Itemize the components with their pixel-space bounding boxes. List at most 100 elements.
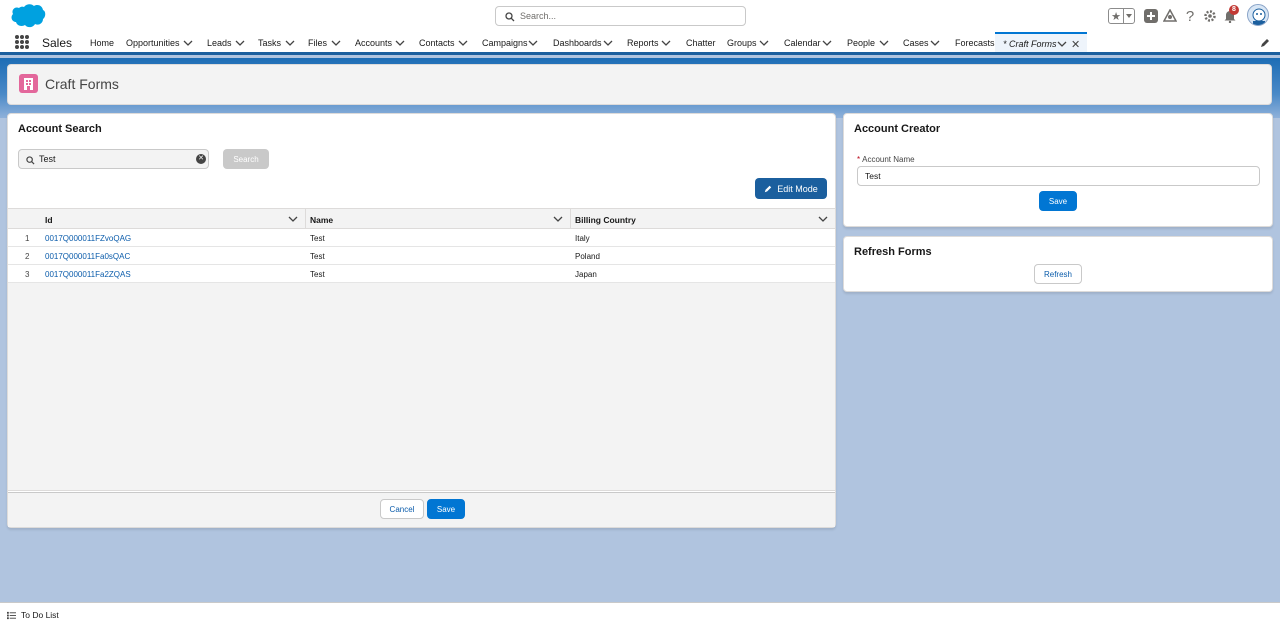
- favorites-chevron-icon[interactable]: [1124, 9, 1134, 23]
- account-search-box[interactable]: ✕: [18, 149, 209, 169]
- files-chevron-down-icon[interactable]: [331, 38, 341, 48]
- close-tab-icon[interactable]: ✕: [1071, 38, 1080, 51]
- table-row: 2 0017Q000011Fa0sQAC Test Poland: [8, 247, 835, 265]
- calendar-chevron-down-icon[interactable]: [822, 38, 832, 48]
- account-creator-title: Account Creator: [854, 123, 941, 135]
- page-building-icon: [19, 74, 38, 93]
- app-navigation-bar: Sales Home Opportunities Leads Tasks Fil…: [0, 32, 1280, 55]
- account-id-link[interactable]: 0017Q000011Fa2ZQAS: [45, 270, 131, 279]
- nav-item-calendar[interactable]: Calendar: [784, 38, 821, 48]
- required-asterisk: *: [857, 155, 861, 164]
- trailhead-icon[interactable]: [1160, 6, 1180, 26]
- todo-list-label: To Do List: [21, 610, 59, 620]
- search-icon: [26, 154, 35, 168]
- nav-item-files[interactable]: Files: [308, 38, 327, 48]
- tasks-chevron-down-icon[interactable]: [285, 38, 295, 48]
- column-header-name[interactable]: Name: [310, 209, 333, 229]
- tab-craft-forms[interactable]: * Craft Forms ✕: [995, 32, 1087, 52]
- reports-chevron-down-icon[interactable]: [661, 38, 671, 48]
- nav-item-groups[interactable]: Groups: [727, 38, 757, 48]
- name-column-chevron-down-icon[interactable]: [553, 214, 563, 224]
- page-title: Craft Forms: [45, 76, 119, 92]
- column-divider[interactable]: [570, 209, 571, 229]
- opportunities-chevron-down-icon[interactable]: [183, 38, 193, 48]
- nav-item-reports[interactable]: Reports: [627, 38, 659, 48]
- tab-chevron-down-icon[interactable]: [1057, 39, 1067, 49]
- nav-item-cases[interactable]: Cases: [903, 38, 929, 48]
- account-search-card: Account Search ✕ Search Edit Mode Id Nam…: [7, 113, 836, 528]
- clear-search-icon[interactable]: ✕: [196, 154, 206, 164]
- nav-item-dashboards[interactable]: Dashboards: [553, 38, 602, 48]
- groups-chevron-down-icon[interactable]: [759, 38, 769, 48]
- account-name-cell: Test: [310, 252, 325, 261]
- row-number: 1: [25, 234, 30, 243]
- tab-craft-forms-label: * Craft Forms: [1003, 39, 1057, 49]
- dashboards-chevron-down-icon[interactable]: [603, 38, 613, 48]
- page-header: Craft Forms: [7, 64, 1272, 105]
- cancel-button[interactable]: Cancel: [380, 499, 424, 519]
- nav-item-tasks[interactable]: Tasks: [258, 38, 281, 48]
- app-name: Sales: [42, 36, 73, 50]
- table-row: 3 0017Q000011Fa2ZQAS Test Japan: [8, 265, 835, 283]
- setup-gear-icon[interactable]: [1200, 6, 1220, 26]
- leads-chevron-down-icon[interactable]: [235, 38, 245, 48]
- billing-country-column-chevron-down-icon[interactable]: [818, 214, 828, 224]
- account-name-input[interactable]: [857, 166, 1260, 186]
- nav-item-contacts[interactable]: Contacts: [419, 38, 455, 48]
- todo-list-utility[interactable]: To Do List: [7, 610, 59, 620]
- account-name-label: * Account Name: [857, 155, 915, 164]
- user-avatar[interactable]: [1247, 4, 1269, 26]
- billing-country-cell: Poland: [575, 252, 600, 261]
- global-search-input[interactable]: [520, 8, 740, 24]
- account-search-title: Account Search: [18, 123, 102, 135]
- utility-bar: To Do List: [0, 602, 1280, 626]
- billing-country-cell: Italy: [575, 234, 590, 243]
- nav-item-people[interactable]: People: [847, 38, 875, 48]
- id-column-chevron-down-icon[interactable]: [288, 214, 298, 224]
- refresh-forms-title: Refresh Forms: [854, 246, 932, 258]
- edit-mode-label: Edit Mode: [777, 183, 818, 194]
- contacts-chevron-down-icon[interactable]: [458, 38, 468, 48]
- global-header: ★ ? 8: [0, 0, 1280, 32]
- table-footer: Cancel Save: [8, 492, 835, 527]
- billing-country-cell: Japan: [575, 270, 597, 279]
- salesforce-logo-icon[interactable]: [9, 3, 46, 29]
- nav-item-home[interactable]: Home: [90, 38, 114, 48]
- account-id-link[interactable]: 0017Q000011Fa0sQAC: [45, 252, 130, 261]
- save-button[interactable]: Save: [427, 499, 465, 519]
- row-number: 3: [25, 270, 30, 279]
- search-icon: [505, 11, 515, 25]
- global-actions-plus-icon[interactable]: [1141, 6, 1161, 26]
- account-search-input[interactable]: [39, 152, 189, 166]
- column-divider[interactable]: [305, 209, 306, 229]
- nav-item-forecasts[interactable]: Forecasts: [955, 38, 995, 48]
- column-header-billing-country[interactable]: Billing Country: [575, 209, 636, 229]
- cases-chevron-down-icon[interactable]: [930, 38, 940, 48]
- edit-mode-button[interactable]: Edit Mode: [755, 178, 827, 199]
- column-header-id[interactable]: Id: [45, 209, 53, 229]
- edit-nav-pencil-icon[interactable]: [1260, 38, 1270, 48]
- nav-item-leads[interactable]: Leads: [207, 38, 232, 48]
- favorites-button-group: ★: [1108, 8, 1135, 24]
- accounts-chevron-down-icon[interactable]: [395, 38, 405, 48]
- favorite-star-icon[interactable]: ★: [1109, 9, 1124, 23]
- account-id-link[interactable]: 0017Q000011FZvoQAG: [45, 234, 131, 243]
- todo-list-icon: [7, 611, 16, 619]
- search-button[interactable]: Search: [223, 149, 269, 169]
- nav-item-opportunities[interactable]: Opportunities: [126, 38, 180, 48]
- nav-item-accounts[interactable]: Accounts: [355, 38, 392, 48]
- help-icon[interactable]: ?: [1180, 6, 1200, 26]
- row-number: 2: [25, 252, 30, 261]
- table-empty-area: [8, 283, 835, 491]
- campaigns-chevron-down-icon[interactable]: [528, 38, 538, 48]
- nav-item-chatter[interactable]: Chatter: [686, 38, 716, 48]
- app-launcher-icon[interactable]: [15, 35, 29, 49]
- creator-save-button[interactable]: Save: [1039, 191, 1077, 211]
- pencil-icon: [765, 185, 772, 192]
- refresh-button[interactable]: Refresh: [1034, 264, 1082, 284]
- nav-item-campaigns[interactable]: Campaigns: [482, 38, 528, 48]
- people-chevron-down-icon[interactable]: [879, 38, 889, 48]
- refresh-forms-card: Refresh Forms Refresh: [843, 236, 1273, 292]
- global-search-box[interactable]: [495, 6, 746, 26]
- account-name-cell: Test: [310, 234, 325, 243]
